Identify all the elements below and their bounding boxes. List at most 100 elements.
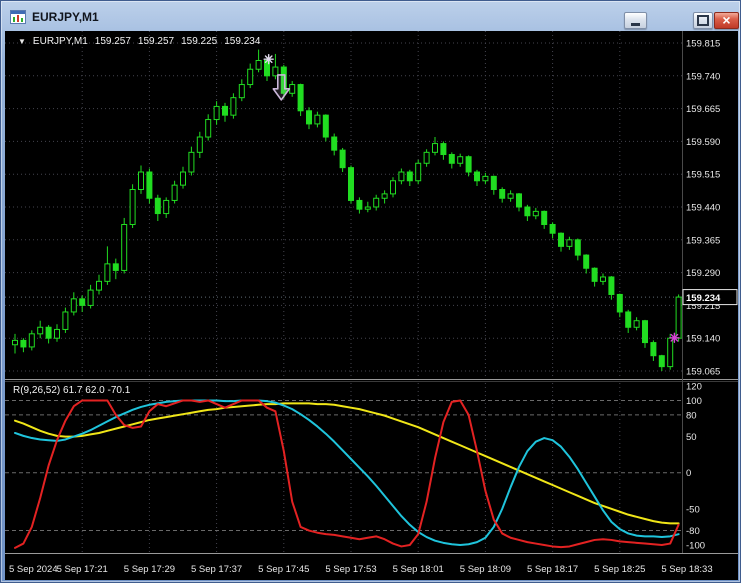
candle-body <box>54 328 60 339</box>
price-axis-label: 159.665 <box>686 104 720 115</box>
restore-icon <box>697 15 709 26</box>
price-axis-label: 159.290 <box>686 268 720 279</box>
candle-body <box>289 84 296 94</box>
price-axis-label: 159.515 <box>686 170 720 181</box>
candle-body <box>440 143 447 156</box>
close-button[interactable]: × <box>714 12 739 29</box>
candle-body <box>364 206 371 210</box>
chart-window-icon <box>10 9 26 24</box>
indicator-line-slow-yellow <box>14 402 680 525</box>
candle-body <box>129 189 136 225</box>
candle-body <box>675 296 682 339</box>
candle-body <box>104 263 111 282</box>
candle-body <box>499 189 506 199</box>
candle-body <box>180 171 186 186</box>
candle-body <box>524 206 531 217</box>
candle-body <box>171 184 178 201</box>
time-axis-label: 5 Sep 18:25 <box>594 564 645 575</box>
candle-body <box>625 311 632 328</box>
price-chart-canvas[interactable]: 159.815 159.740 159.665 159.590 159.515 159.4… <box>5 31 738 580</box>
candle-body <box>423 151 430 164</box>
candle-body <box>532 210 539 217</box>
candle-body <box>205 119 212 138</box>
candle-body <box>558 232 564 247</box>
candle-body <box>415 162 422 182</box>
candle-body <box>146 171 153 199</box>
indicator-axis-label: 100 <box>686 396 702 407</box>
candle-body <box>583 254 590 269</box>
candle-body <box>549 223 556 234</box>
indicator-axis-label: 50 <box>686 432 697 443</box>
price-axis-label: 159.815 <box>686 39 720 50</box>
candle-body <box>331 136 338 151</box>
candle-body <box>465 156 472 173</box>
candle-body <box>37 326 44 335</box>
candle-body <box>306 110 312 125</box>
indicator-axis-label: -50 <box>686 504 700 515</box>
candle-body <box>112 263 119 271</box>
time-axis-label: 5 Sep 17:53 <box>325 564 376 575</box>
candle-body <box>633 320 640 328</box>
candle-body <box>432 143 438 153</box>
time-axis-label: 5 Sep 18:09 <box>460 564 511 575</box>
indicator-axis-label: -100 <box>686 541 705 552</box>
candle-body <box>87 289 94 306</box>
candle-body <box>188 151 195 173</box>
candle-body <box>20 339 27 348</box>
price-axis-label: 159.740 <box>686 71 720 82</box>
candle-body <box>222 105 228 116</box>
candle-body <box>667 337 674 368</box>
candle-body <box>62 311 69 330</box>
candle-body <box>247 68 254 86</box>
candle-body <box>373 197 380 208</box>
window-title: EURJPY,M1 <box>32 9 99 24</box>
candle-body <box>650 342 657 357</box>
candle-body <box>474 171 480 182</box>
time-axis-label: 5 Sep 18:01 <box>393 564 444 575</box>
candle-body <box>490 175 497 191</box>
candle-body <box>600 276 606 282</box>
candle-body <box>608 276 615 295</box>
candle-body <box>348 167 354 201</box>
candle-body <box>322 114 329 138</box>
time-axis-label: 5 Sep 17:45 <box>258 564 309 575</box>
restore-button[interactable] <box>693 12 713 29</box>
candle-body <box>381 193 388 199</box>
candle-body <box>213 105 220 121</box>
candle-body <box>121 223 128 271</box>
time-axis-label: 5 Sep 18:33 <box>661 564 712 575</box>
candle-body <box>255 59 262 70</box>
minimize-button[interactable] <box>624 12 647 29</box>
minimize-icon <box>631 22 640 26</box>
indicator-axis-label: 120 <box>686 382 702 393</box>
time-axis-label: 5 Sep 2024 <box>9 564 58 575</box>
candle-body <box>297 84 304 112</box>
candle-body <box>566 239 573 247</box>
price-axis-label: 159.440 <box>686 203 720 214</box>
candle-body <box>70 298 77 313</box>
candle-body <box>196 136 203 153</box>
candle-body <box>457 156 464 164</box>
candle-body <box>507 193 514 199</box>
candle-body <box>516 193 522 208</box>
current-price-label: 159.234 <box>686 293 721 304</box>
candle-body <box>230 97 237 116</box>
candle-body <box>238 84 245 99</box>
candle-body <box>574 239 581 256</box>
indicator-axis-label: -80 <box>686 526 700 537</box>
time-axis-label: 5 Sep 17:21 <box>57 564 108 575</box>
price-axis-label: 159.140 <box>686 334 720 345</box>
indicator-axis-label: 0 <box>686 468 691 479</box>
candle-body <box>658 355 665 368</box>
time-axis-label: 5 Sep 18:17 <box>527 564 578 575</box>
indicator-axis-label: 80 <box>686 410 697 421</box>
chart-client-area: 159.815 159.740 159.665 159.590 159.515 159.4… <box>5 31 738 580</box>
window-titlebar[interactable]: EURJPY,M1 × <box>4 3 739 30</box>
candle-body <box>339 149 346 169</box>
candle-body <box>154 197 161 215</box>
candle-body <box>45 326 52 339</box>
candle-body <box>406 171 413 182</box>
price-axis-label: 159.065 <box>686 367 720 378</box>
close-icon: × <box>722 11 731 28</box>
candle-body <box>314 114 321 125</box>
